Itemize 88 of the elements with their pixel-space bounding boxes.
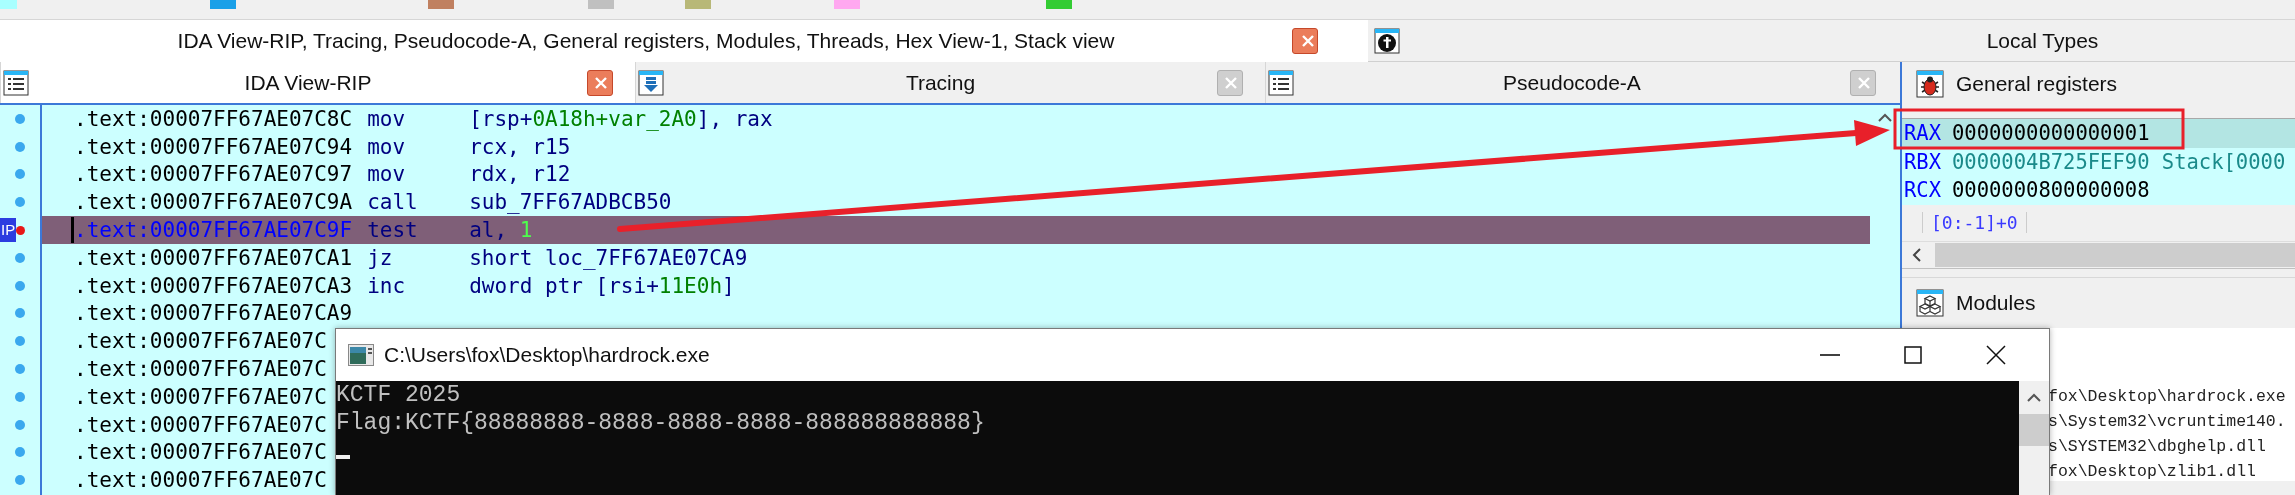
tab[interactable]: IDA View-RIP	[0, 62, 635, 103]
instruction-operands: rcx, r15	[469, 134, 571, 159]
close-icon	[595, 76, 607, 89]
close-icon	[1225, 76, 1237, 89]
code-address: .text:00007FF67AE07C	[74, 440, 327, 465]
tab[interactable]: [0:-1]+0	[1922, 212, 2027, 233]
close-icon	[1302, 35, 1314, 47]
instruction-mnemonic: test	[367, 218, 419, 243]
instruction-operands: [rsp+0A18h+var_2A0], rax	[469, 106, 773, 131]
instruction-mnemonic: call	[367, 190, 419, 215]
window-title: C:\Users\fox\Desktop\hardrock.exe	[384, 343, 710, 367]
instruction-mnemonic: mov	[367, 134, 407, 159]
code-address: .text:00007FF67AE07C8C	[74, 106, 353, 131]
register-row[interactable]: RCX 0000000800000008	[1902, 176, 2295, 205]
close-icon	[1858, 76, 1870, 89]
register-value: 0000004B725FEF90 Stack[0000	[1952, 149, 2286, 174]
list-window-icon	[1268, 69, 1294, 96]
instruction-mnemonic: inc	[367, 273, 407, 298]
list-window-icon	[3, 69, 29, 96]
code-address: .text:00007FF67AE07CA1	[74, 245, 353, 270]
gutter-dot	[15, 252, 25, 263]
minimize-icon	[1819, 354, 1840, 356]
scroll-up-icon[interactable]	[2027, 393, 2041, 402]
register-name: RAX	[1904, 121, 1943, 146]
maximize-icon	[1903, 346, 1922, 364]
module-path: fox\Desktop\zlib1.dll	[2048, 460, 2257, 483]
module-path: s\System32\vcruntime140.	[2048, 410, 2287, 433]
gutter-dot	[15, 169, 25, 180]
instruction-mnemonic: mov	[367, 106, 407, 131]
code-address: .text:00007FF67AE07C	[74, 357, 327, 382]
cubes-icon	[1916, 288, 1944, 317]
gutter-dot	[15, 141, 25, 152]
tab[interactable]: Pseudocode-A	[1265, 62, 1898, 103]
instruction-operands: rdx, r12	[469, 162, 571, 187]
code-address: .text:00007FF67AE07C	[74, 329, 327, 354]
code-address: .text:00007FF67AE07CA3	[74, 273, 353, 298]
text-cursor	[71, 217, 74, 244]
register-value: 0000000800000008	[1952, 178, 2150, 203]
trace-window-icon	[638, 69, 664, 96]
tab[interactable]: Tracing	[635, 62, 1265, 103]
gutter-dot	[15, 280, 25, 291]
close-button[interactable]	[1292, 28, 1318, 54]
tab[interactable]: IDA View-RIP, Tracing, Pseudocode-A, General registers, Modules, Threads, Hex View-1, Stack view	[0, 20, 1368, 62]
instruction-operands: dword ptr [rsi+11E0h]	[469, 273, 735, 298]
scroll-left-icon[interactable]	[1912, 247, 1921, 262]
close-button[interactable]	[587, 69, 613, 96]
register-row[interactable]: RAX 0000000000000001	[1902, 119, 2295, 148]
console-icon	[348, 344, 374, 366]
code-address: .text:00007FF67AE07C97	[74, 162, 353, 187]
register-row[interactable]: RBX 0000004B725FEF90 Stack[0000	[1902, 147, 2295, 176]
gutter-dot	[15, 364, 25, 375]
gutter-dot	[15, 475, 25, 486]
instruction-pointer-marker: IP	[0, 218, 17, 243]
panel-title: Modules	[1956, 290, 2036, 315]
gutter-dot	[15, 113, 25, 124]
instruction-operands: short loc_7FF67AE07CA9	[469, 245, 748, 270]
instruction-operands: al, 1	[469, 218, 533, 243]
gutter-dot	[15, 308, 25, 319]
code-address: .text:00007FF67AE07C9A	[74, 190, 353, 215]
text-cursor	[336, 455, 350, 459]
scroll-up-icon[interactable]	[1878, 113, 1892, 122]
code-address: .text:00007FF67AE07C	[74, 468, 327, 493]
gutter-dot	[15, 419, 25, 430]
gutter-dot	[15, 447, 25, 458]
module-path: fox\Desktop\hardrock.exe	[2048, 385, 2287, 408]
module-path: s\SYSTEM32\dbghelp.dll	[2048, 435, 2267, 458]
register-name: RCX	[1904, 178, 1943, 203]
gutter-dot	[15, 197, 25, 208]
scrollbar-thumb[interactable]	[1935, 242, 2295, 267]
instruction-operands: sub_7FF67ADBCB50	[469, 190, 672, 215]
instruction-mnemonic: mov	[367, 162, 407, 187]
breakpoint-dot	[16, 225, 26, 235]
close-icon	[1985, 345, 2006, 365]
code-address: .text:00007FF67AE07CA9	[74, 301, 353, 326]
register-value: 0000000000000001	[1952, 121, 2150, 146]
instruction-mnemonic: jz	[367, 245, 394, 270]
code-address: .text:00007FF67AE07C	[74, 384, 327, 409]
code-address: .text:00007FF67AE07C94	[74, 134, 353, 159]
gutter-dot	[15, 336, 25, 347]
panel-title: General registers	[1956, 71, 2118, 96]
gutter-dot	[15, 391, 25, 402]
console-line: KCTF 2025	[336, 381, 462, 409]
register-name: RBX	[1904, 149, 1943, 174]
scrollbar-thumb[interactable]	[2019, 414, 2049, 446]
code-address: .text:00007FF67AE07C	[74, 412, 327, 437]
code-address: .text:00007FF67AE07C9F	[74, 218, 353, 243]
console-line: Flag:KCTF{88888888-8888-8888-8888-888888888888}	[336, 409, 986, 437]
bug-icon	[1916, 69, 1944, 98]
